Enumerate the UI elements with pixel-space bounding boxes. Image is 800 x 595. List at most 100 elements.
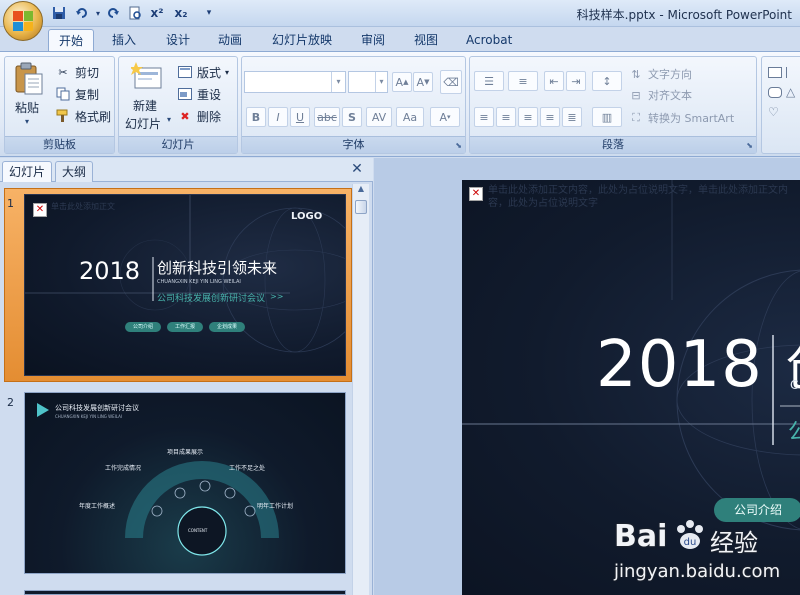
tab-animation[interactable]: 动画 [208,29,252,51]
font-name-dropdown-icon[interactable]: ▾ [331,72,345,92]
drawing-group: △ ♡ [761,56,800,154]
text-direction-icon: ⇅ [631,67,641,81]
paragraph-dialog-launcher-icon[interactable]: ⬊ [746,141,753,150]
line-spacing-button[interactable]: ↕ [592,71,622,91]
justify-button[interactable]: ≡ [540,107,560,127]
slide-thumbnail-3[interactable] [24,590,346,595]
align-left-icon: ≡ [479,110,489,124]
distribute-button[interactable]: ≣ [562,107,582,127]
paragraph-group: ☰ ≡ ⇤ ⇥ ↕ ⇅ 文字方向 ⊟ 对齐文本 ≡ ≡ ≡ ≡ ≣ ▥ ⛶ 转换为 S… [469,56,757,154]
scroll-up-icon[interactable]: ▲ [354,184,368,198]
font-dialog-launcher-icon[interactable]: ⬊ [455,141,462,150]
italic-button[interactable]: I [268,107,288,127]
align-left-button[interactable]: ≡ [474,107,494,127]
new-slide-icon[interactable] [129,60,165,94]
customize-toolbar-icon[interactable]: ▾ [200,4,218,22]
decrease-indent-button[interactable]: ⇤ [544,71,564,91]
strikethrough-button[interactable]: abc [314,107,340,127]
smartart-icon: ⛶ [632,111,640,124]
increase-indent-button[interactable]: ⇥ [566,71,586,91]
columns-button[interactable]: ▥ [592,107,622,127]
slide-thumbnail-2[interactable]: 公司科技发展创新研讨会议 CHUANGXIN KEJI YIN LING WEI… [24,392,346,574]
align-right-button[interactable]: ≡ [518,107,538,127]
delete-button[interactable]: ✖ 删除 [177,107,221,125]
heart-shape-icon[interactable]: ♡ [768,105,779,119]
font-name-combobox[interactable]: ▾ [244,71,346,93]
watermark-url: jingyan.baidu.com [614,561,781,582]
tab-home[interactable]: 开始 [48,29,95,51]
paste-dropdown-icon[interactable]: ▾ [25,117,29,126]
reset-button[interactable]: 重设 [177,85,221,103]
close-pane-icon[interactable]: ✕ [349,161,365,177]
thumbnail-scrollbar[interactable]: ▲ [352,184,369,595]
tab-slideshow[interactable]: 幻灯片放映 [262,29,342,51]
tab-slides[interactable]: 幻灯片 [2,161,53,182]
slide-2-label-5: 明年工作计划 [257,503,294,510]
align-center-button[interactable]: ≡ [496,107,516,127]
main-pinyin-fragment: C [790,378,799,392]
font-color-button[interactable]: A ▾ [430,107,460,127]
ribbon-tab-bar: 开始 插入 设计 动画 幻灯片放映 审阅 视图 Acrobat [0,27,800,51]
slide-1-arrows: >> [270,292,284,301]
slide-2-label-3: 工作不足之处 [229,465,266,472]
superscript-icon[interactable]: x² [148,4,166,22]
line-shape-icon[interactable] [786,67,800,78]
slide-2-radial-graphic [37,403,279,556]
redo-icon[interactable] [104,4,122,22]
new-slide-dropdown-icon[interactable]: ▾ [167,115,171,124]
bullets-button[interactable]: ☰ [474,71,504,91]
reset-icon [177,86,193,102]
office-logo-icon [13,11,33,31]
font-size-combobox[interactable]: ▾ [348,71,388,93]
line-spacing-icon: ↕ [602,74,612,88]
save-icon[interactable] [50,4,68,22]
print-preview-icon[interactable] [126,4,144,22]
underline-button[interactable]: U [290,107,310,127]
triangle-shape-icon[interactable]: △ [786,85,795,99]
rounded-rect-shape-icon[interactable] [768,87,782,98]
slide-1-pill-1: 公司介绍 [125,322,161,332]
shrink-font-button[interactable]: A ▼ [413,72,433,92]
tab-insert[interactable]: 插入 [102,29,146,51]
tab-design[interactable]: 设计 [156,29,200,51]
slide-1-subheading: 公司科技发展创新研讨会议 [157,294,266,304]
shadow-button[interactable]: S [342,107,362,127]
numbering-button[interactable]: ≡ [508,71,538,91]
change-case-button[interactable]: Aa [396,107,424,127]
slide-1-heading: 创新科技引领未来 [157,259,278,277]
clear-format-button[interactable]: ⌫ [440,70,462,94]
subscript-icon[interactable]: x₂ [172,4,190,22]
align-text-button[interactable]: ⊟ 对齐文本 [628,86,692,104]
font-size-dropdown-icon[interactable]: ▾ [375,72,387,92]
cut-button[interactable]: ✂ 剪切 [55,63,99,81]
brush-icon [55,108,71,124]
slide-1-globe-graphic [25,195,345,353]
office-button[interactable] [3,1,43,41]
slide-thumbnail-1[interactable]: ✕ 单击此处添加正文 LOGO 2018 创新科技引领未来 CHUANGXIN … [24,194,346,376]
main-year: 2018 [596,328,763,402]
text-direction-button[interactable]: ⇅ 文字方向 [628,65,692,83]
tab-view[interactable]: 视图 [404,29,448,51]
convert-smartart-button[interactable]: ⛶ 转换为 SmartArt [628,109,734,127]
copy-button[interactable]: 复制 [55,85,99,103]
paste-icon[interactable] [11,61,47,97]
text-direction-label: 文字方向 [648,68,692,81]
scroll-thumb[interactable] [355,200,367,214]
new-slide-label[interactable]: 新建 [133,97,157,114]
new-slide-label-2[interactable]: 幻灯片 [125,115,161,132]
grow-font-button[interactable]: A ▲ [392,72,412,92]
layout-icon [177,64,193,80]
tab-review[interactable]: 审阅 [351,29,395,51]
tab-outline[interactable]: 大纲 [55,161,94,182]
char-spacing-button[interactable]: AV [366,107,392,127]
paste-button[interactable]: 粘贴 [15,99,39,116]
bold-button[interactable]: B [246,107,266,127]
layout-button[interactable]: 版式 ▾ [177,63,229,81]
slide-1-pill-3: 企划成果 [209,322,245,332]
format-painter-button[interactable]: 格式刷 [55,107,111,125]
distribute-icon: ≣ [567,110,577,124]
tab-acrobat[interactable]: Acrobat [456,29,522,51]
textbox-shape-icon[interactable] [768,67,782,78]
slides-pane: 幻灯片 大纲 ✕ 1 ✕ 单击此处添加正文 LOGO 2018 创新科技引领未来… [0,158,373,595]
watermark-brand: Bai [614,519,668,554]
